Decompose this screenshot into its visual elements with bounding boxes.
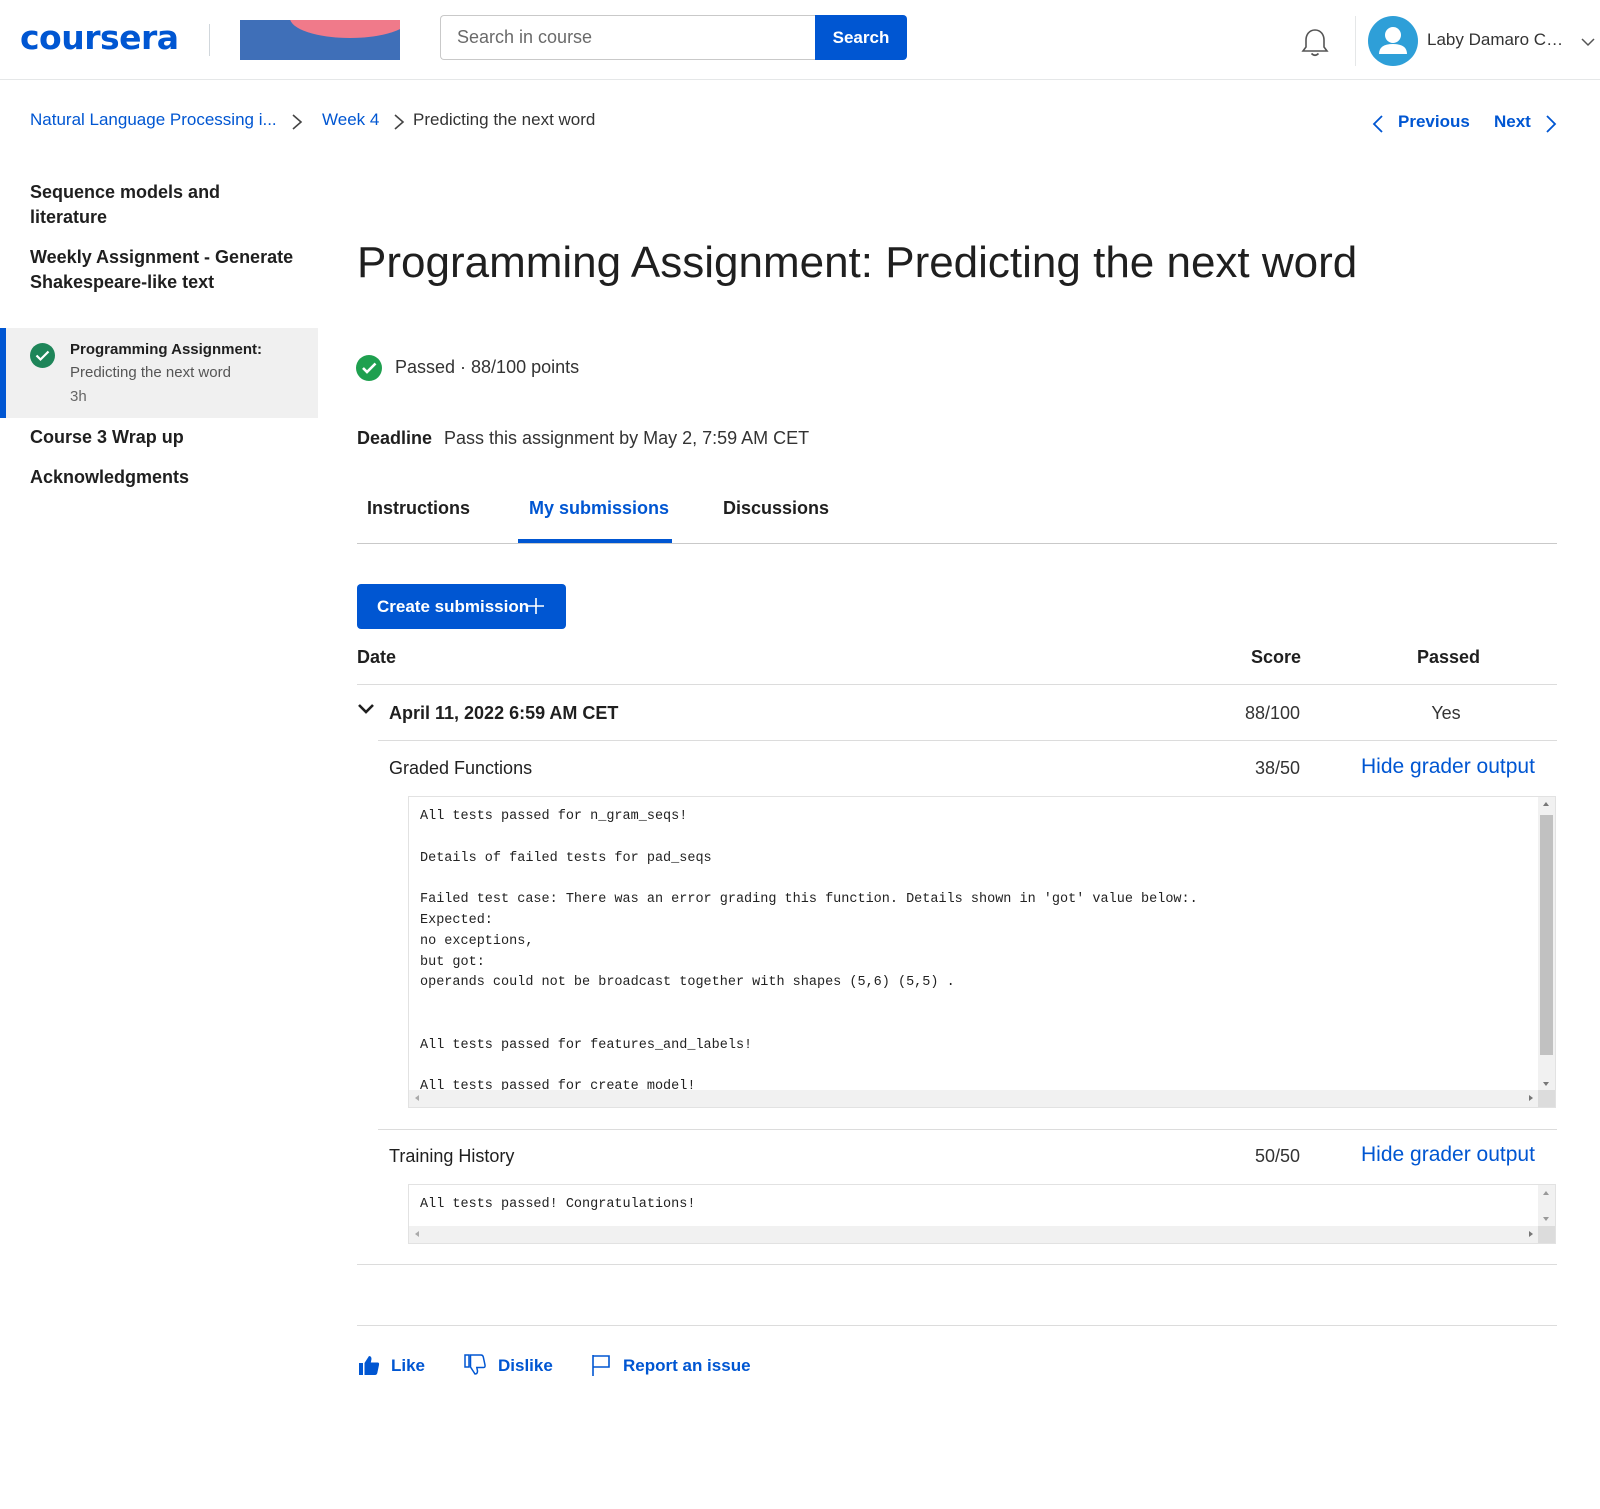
submissions-bottom-divider	[357, 1264, 1557, 1265]
grader-output-text: All tests passed! Congratulations!	[420, 1197, 696, 1212]
dislike-button[interactable]: Dislike	[498, 1356, 553, 1376]
part-name-training-history: Training History	[389, 1146, 515, 1166]
chevron-left-icon[interactable]	[1371, 114, 1385, 134]
hide-grader-output-link[interactable]: Hide grader output	[1361, 1143, 1535, 1167]
previous-link[interactable]: Previous	[1398, 112, 1470, 132]
grader-output-box[interactable]: All tests passed for n_gram_seqs! Detail…	[408, 796, 1556, 1108]
chevron-down-icon[interactable]	[357, 702, 375, 716]
thumbs-up-icon[interactable]	[357, 1353, 381, 1377]
chevron-right-icon	[394, 114, 405, 130]
hide-grader-output-link[interactable]: Hide grader output	[1361, 755, 1535, 779]
scrollbar-thumb[interactable]	[1540, 815, 1553, 1055]
bell-icon[interactable]	[1298, 26, 1332, 60]
breadcrumb-week-link[interactable]: Week 4	[322, 110, 379, 130]
chevron-down-icon[interactable]	[1580, 34, 1596, 50]
column-header-score: Score	[1251, 647, 1302, 667]
column-header-passed: Passed	[1417, 647, 1481, 667]
report-issue-button[interactable]: Report an issue	[623, 1356, 751, 1376]
logo-divider	[209, 24, 210, 56]
breadcrumb-course-link[interactable]: Natural Language Processing i...	[30, 110, 277, 130]
check-circle-icon	[30, 343, 55, 368]
grader-output-box[interactable]: All tests passed! Congratulations!	[408, 1184, 1556, 1244]
sidebar-item-acknowledgments[interactable]: Acknowledgments	[30, 465, 300, 490]
chevron-right-icon	[292, 114, 303, 130]
vertical-scrollbar[interactable]	[1538, 1185, 1555, 1228]
user-name[interactable]: Laby Damaro Ca...	[1427, 30, 1567, 50]
partner-logo[interactable]	[240, 20, 400, 60]
horizontal-scrollbar[interactable]	[409, 1090, 1540, 1107]
part-divider	[378, 1129, 1557, 1130]
status-text: Passed · 88/100 points	[395, 357, 580, 377]
part-score-training-history: 50/50	[1254, 1146, 1300, 1166]
chevron-right-icon[interactable]	[1544, 114, 1558, 134]
submission-divider	[378, 740, 1557, 741]
submission-passed: Yes	[1431, 703, 1461, 723]
feedback-divider	[357, 1325, 1557, 1326]
sidebar-item-course-wrap-up[interactable]: Course 3 Wrap up	[30, 425, 300, 450]
submission-score: 88/100	[1244, 703, 1300, 723]
tab-my-submissions[interactable]: My submissions	[529, 498, 669, 519]
breadcrumb-current: Predicting the next word	[413, 110, 596, 129]
sidebar-item-weekly-assignment[interactable]: Weekly Assignment - Generate Shakespeare…	[30, 245, 300, 295]
vertical-scrollbar[interactable]	[1538, 797, 1555, 1092]
flag-icon[interactable]	[589, 1353, 613, 1377]
tab-discussions[interactable]: Discussions	[723, 498, 829, 519]
column-header-date: Date	[357, 647, 397, 667]
tabs-divider	[357, 543, 1557, 544]
coursera-logo[interactable]: coursera	[20, 18, 179, 57]
sidebar-item-sequence-models[interactable]: Sequence models and literature	[30, 180, 300, 230]
search-input[interactable]	[440, 15, 816, 60]
deadline-text: Pass this assignment by May 2, 7:59 AM C…	[444, 428, 810, 448]
part-score-graded-functions: 38/50	[1254, 758, 1300, 778]
grader-output-text: All tests passed for n_gram_seqs! Detail…	[420, 809, 1198, 1095]
active-tab-indicator	[518, 539, 672, 543]
user-divider	[1355, 16, 1356, 66]
top-navigation-bar: coursera Search Laby Damaro Ca...	[0, 0, 1600, 80]
search-button[interactable]: Search	[815, 15, 907, 60]
avatar-icon[interactable]	[1368, 16, 1418, 66]
sidebar-active-title: Programming Assignment:	[70, 341, 262, 358]
next-link[interactable]: Next	[1494, 112, 1531, 132]
sidebar-active-subtitle: Predicting the next word	[70, 364, 231, 381]
deadline-label: Deadline	[357, 428, 433, 448]
check-circle-icon	[356, 355, 382, 381]
table-header-divider	[357, 684, 1557, 685]
sidebar-active-duration: 3h	[70, 388, 87, 405]
like-button[interactable]: Like	[391, 1356, 425, 1376]
thumbs-down-icon[interactable]	[463, 1353, 487, 1377]
submission-date[interactable]: April 11, 2022 6:59 AM CET	[389, 703, 618, 724]
plus-icon	[528, 598, 544, 614]
tab-instructions[interactable]: Instructions	[367, 498, 470, 519]
part-name-graded-functions: Graded Functions	[389, 758, 533, 778]
horizontal-scrollbar[interactable]	[409, 1226, 1540, 1243]
page-title: Programming Assignment: Predicting the n…	[357, 238, 1358, 287]
